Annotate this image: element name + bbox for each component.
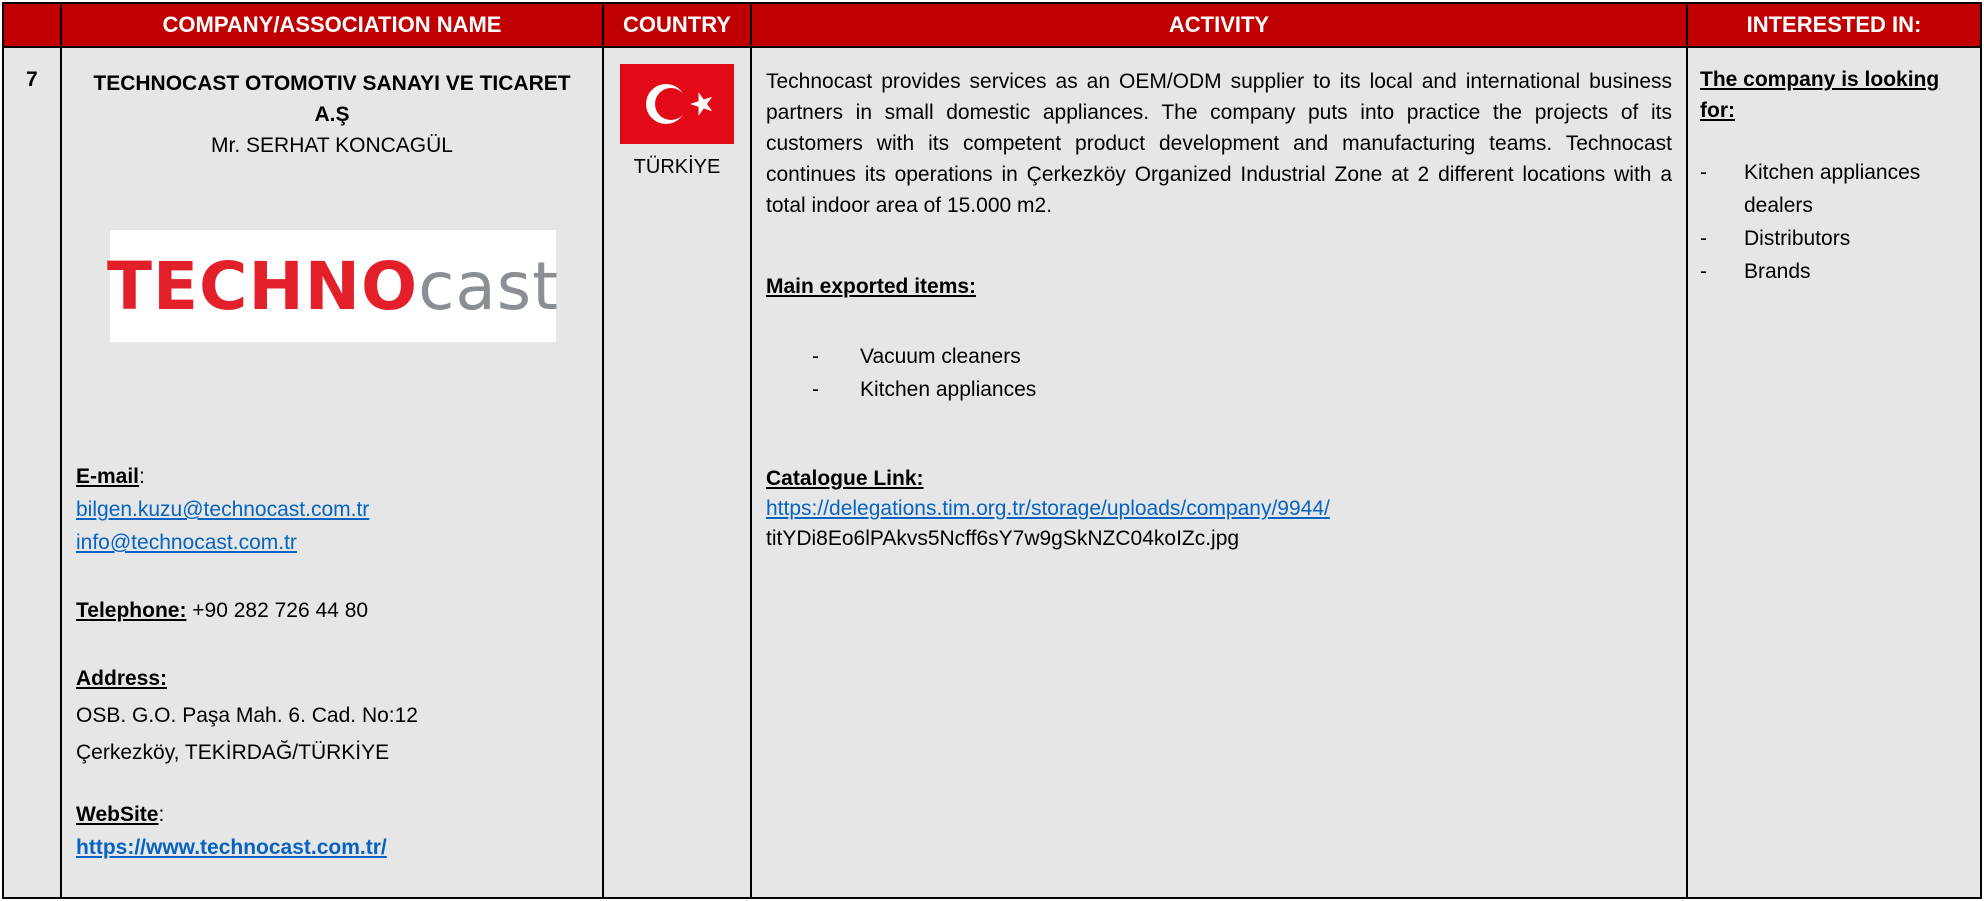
country-cell: TÜRKİYE <box>604 48 752 899</box>
company-table: COMPANY/ASSOCIATION NAME COUNTRY ACTIVIT… <box>2 2 1982 899</box>
list-item: - Brands <box>1700 260 1811 283</box>
catalogue-link[interactable]: https://delegations.tim.org.tr/storage/u… <box>766 494 1330 524</box>
telephone-label: Telephone: <box>76 599 187 622</box>
activity-description: Technocast provides services as an OEM/O… <box>766 70 1672 217</box>
header-country: COUNTRY <box>604 2 752 48</box>
header-activity: ACTIVITY <box>752 2 1688 48</box>
list-item: - Distributors <box>1700 227 1851 250</box>
company-name-line1: TECHNOCAST OTOMOTIV SANAYI VE TICARET <box>93 72 571 95</box>
turkey-flag-icon <box>620 64 734 144</box>
list-item: - Kitchen appliances dealers <box>1700 161 1921 217</box>
email-label: E-mail <box>76 465 140 488</box>
activity-cell: Technocast provides services as an OEM/O… <box>752 48 1688 899</box>
company-name-line2: A.Ş <box>314 103 350 126</box>
company-name: TECHNOCAST OTOMOTIV SANAYI VE TICARET A.… <box>76 68 588 130</box>
interested-heading-line2: for: <box>1700 99 1735 122</box>
email-block: E-mail: bilgen.kuzu@technocast.com.tr in… <box>76 460 369 559</box>
list-item: - Kitchen appliances <box>812 378 1037 401</box>
interested-heading: The company is looking for: <box>1700 64 1939 126</box>
email-label-colon: : <box>139 465 145 488</box>
interested-in-cell: The company is looking for: - Kitchen app… <box>1688 48 1982 899</box>
turkey-flag-svg <box>620 64 734 144</box>
catalogue-filename: titYDi8Eo6lPAkvs5Ncff6sY7w9gSkNZC04koIZc… <box>766 527 1240 550</box>
exported-items-list: - Vacuum cleaners - Kitchen appliances <box>812 340 1036 406</box>
website-label: WebSite <box>76 803 159 826</box>
logo-text-grey: cast <box>418 247 560 325</box>
telephone-block: Telephone: +90 282 726 44 80 <box>76 594 368 627</box>
website-block: WebSite: https://www.technocast.com.tr/ <box>76 798 387 864</box>
telephone-value: +90 282 726 44 80 <box>192 599 369 622</box>
address-line2: Çerkezköy, TEKİRDAĞ/TÜRKİYE <box>76 741 390 764</box>
interested-heading-line1: The company is looking <box>1700 68 1940 91</box>
row-number: 7 <box>26 68 38 91</box>
website-link[interactable]: https://www.technocast.com.tr/ <box>76 836 387 859</box>
email-link-2[interactable]: info@technocast.com.tr <box>76 531 297 554</box>
catalogue-block: Catalogue Link: https://delegations.tim.… <box>766 464 1330 554</box>
country-name: TÜRKİYE <box>633 156 721 178</box>
header-number <box>2 2 62 48</box>
exported-items-label: Main exported items: <box>766 275 977 298</box>
header-company-name: COMPANY/ASSOCIATION NAME <box>62 2 604 48</box>
row-number-cell: 7 <box>2 48 62 899</box>
catalogue-label: Catalogue Link: <box>766 467 924 490</box>
list-item: - Vacuum cleaners <box>812 345 1021 368</box>
logo-text-red: TECHNO <box>106 247 419 325</box>
address-label: Address: <box>76 667 168 690</box>
contact-person: Mr. SERHAT KONCAGÜL <box>211 134 453 157</box>
company-logo: TECHNOcast <box>107 230 559 342</box>
address-line1: OSB. G.O. Paşa Mah. 6. Cad. No:12 <box>76 704 418 727</box>
website-label-colon: : <box>158 803 165 826</box>
interested-list: - Kitchen appliances dealers - Distributor… <box>1700 156 1970 288</box>
address-block: Address: OSB. G.O. Paşa Mah. 6. Cad. No:… <box>76 662 418 769</box>
company-cell: TECHNOCAST OTOMOTIV SANAYI VE TICARET A.… <box>62 48 604 899</box>
header-interested-in: INTERESTED IN: <box>1688 2 1982 48</box>
email-link-1[interactable]: bilgen.kuzu@technocast.com.tr <box>76 498 369 521</box>
company-logo-wordmark: TECHNOcast <box>107 248 559 325</box>
